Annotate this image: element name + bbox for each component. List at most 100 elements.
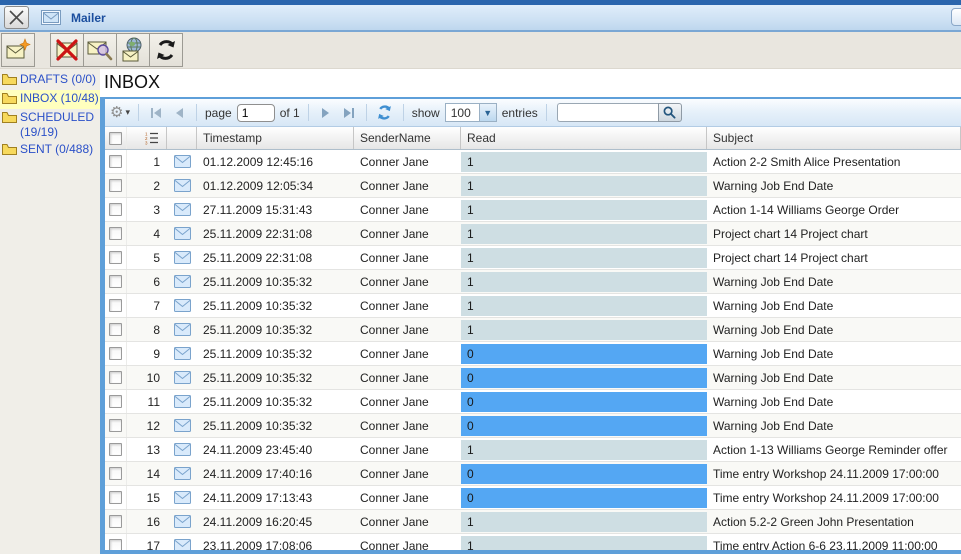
table-row[interactable]: 13 24.11.2009 23:45:40Conner Jane1Action… — [105, 438, 961, 462]
row-number: 3 — [127, 198, 167, 221]
read-status-badge: 1 — [461, 200, 707, 220]
mail-envelope-icon — [174, 491, 191, 504]
grid-settings-button[interactable]: ⚙ ▾ — [110, 105, 130, 120]
table-row[interactable]: 12 25.11.2009 10:35:32Conner Jane0Warnin… — [105, 414, 961, 438]
reload-button[interactable] — [149, 33, 183, 67]
row-checkbox[interactable] — [109, 275, 122, 288]
delete-mail-button[interactable] — [50, 33, 84, 67]
read-status-badge: 1 — [461, 152, 707, 172]
row-checkbox[interactable] — [109, 155, 122, 168]
delete-mail-icon — [53, 38, 81, 62]
search-mail-icon — [86, 38, 114, 62]
row-subject: Action 2-2 Smith Alice Presentation — [707, 150, 961, 173]
row-checkbox[interactable] — [109, 395, 122, 408]
page-size-select[interactable]: 100 ▼ — [445, 103, 497, 122]
row-checkbox[interactable] — [109, 515, 122, 528]
mail-envelope-icon — [174, 419, 191, 432]
row-timestamp: 24.11.2009 17:40:16 — [197, 462, 354, 485]
read-status-badge: 0 — [461, 392, 707, 412]
column-header-timestamp[interactable]: Timestamp — [197, 127, 354, 149]
sidebar-item-sent[interactable]: SENT (0/488) — [0, 141, 100, 160]
chevron-down-icon: ▾ — [125, 107, 130, 118]
row-checkbox[interactable] — [109, 419, 122, 432]
row-number: 14 — [127, 462, 167, 485]
table-row[interactable]: 9 25.11.2009 10:35:32Conner Jane0Warning… — [105, 342, 961, 366]
row-timestamp: 24.11.2009 17:13:43 — [197, 486, 354, 509]
row-read-cell: 1 — [461, 534, 707, 550]
row-checkbox[interactable] — [109, 203, 122, 216]
row-sender: Conner Jane — [354, 318, 461, 341]
row-checkbox-cell — [105, 174, 127, 197]
row-checkbox[interactable] — [109, 443, 122, 456]
table-row[interactable]: 17 23.11.2009 17:08:06Conner Jane1Time e… — [105, 534, 961, 550]
table-body: 1 01.12.2009 12:45:16Conner Jane1Action … — [105, 150, 961, 550]
table-row[interactable]: 8 25.11.2009 10:35:32Conner Jane1Warning… — [105, 318, 961, 342]
table-header: 1 2 3 Timestamp SenderName Read Subject — [105, 127, 961, 150]
web-mail-button[interactable] — [116, 33, 150, 67]
mail-envelope-icon — [174, 203, 191, 216]
table-row[interactable]: 1 01.12.2009 12:45:16Conner Jane1Action … — [105, 150, 961, 174]
prev-page-button[interactable] — [170, 104, 188, 122]
table-row[interactable]: 4 25.11.2009 22:31:08Conner Jane1Project… — [105, 222, 961, 246]
row-mail-icon-cell — [167, 270, 197, 293]
row-checkbox[interactable] — [109, 227, 122, 240]
table-row[interactable]: 14 24.11.2009 17:40:16Conner Jane0Time e… — [105, 462, 961, 486]
table-row[interactable]: 7 25.11.2009 10:35:32Conner Jane1Warning… — [105, 294, 961, 318]
table-row[interactable]: 6 25.11.2009 10:35:32Conner Jane1Warning… — [105, 270, 961, 294]
row-checkbox[interactable] — [109, 491, 122, 504]
read-status-badge: 1 — [461, 272, 707, 292]
column-header-subject[interactable]: Subject — [707, 127, 961, 149]
row-mail-icon-cell — [167, 294, 197, 317]
new-mail-button[interactable] — [1, 33, 35, 67]
column-header-read[interactable]: Read — [461, 127, 707, 149]
read-status-badge: 0 — [461, 464, 707, 484]
window-control-partial[interactable] — [951, 8, 961, 26]
row-sender: Conner Jane — [354, 486, 461, 509]
row-checkbox[interactable] — [109, 467, 122, 480]
table-row[interactable]: 3 27.11.2009 15:31:43Conner Jane1Action … — [105, 198, 961, 222]
mail-icon-header[interactable] — [167, 127, 197, 149]
row-subject: Project chart 14 Project chart — [707, 246, 961, 269]
table-row[interactable]: 15 24.11.2009 17:13:43Conner Jane0Time e… — [105, 486, 961, 510]
row-mail-icon-cell — [167, 486, 197, 509]
row-sender: Conner Jane — [354, 534, 461, 550]
last-page-button[interactable] — [340, 104, 358, 122]
column-header-sender[interactable]: SenderName — [354, 127, 461, 149]
search-input[interactable] — [557, 103, 658, 122]
search-mail-button[interactable] — [83, 33, 117, 67]
first-page-button[interactable] — [147, 104, 165, 122]
row-checkbox[interactable] — [109, 179, 122, 192]
next-page-button[interactable] — [317, 104, 335, 122]
read-status-badge: 0 — [461, 416, 707, 436]
mail-envelope-icon — [174, 443, 191, 456]
grid-refresh-button[interactable] — [375, 103, 395, 123]
sidebar-item-scheduled[interactable]: SCHEDULED (19/19) — [0, 109, 100, 141]
mail-envelope-icon — [174, 299, 191, 312]
read-status-badge: 1 — [461, 320, 707, 340]
row-checkbox[interactable] — [109, 371, 122, 384]
row-sender: Conner Jane — [354, 438, 461, 461]
row-timestamp: 27.11.2009 15:31:43 — [197, 198, 354, 221]
row-checkbox[interactable] — [109, 539, 122, 550]
table-row[interactable]: 11 25.11.2009 10:35:32Conner Jane0Warnin… — [105, 390, 961, 414]
table-row[interactable]: 16 24.11.2009 16:20:45Conner Jane1Action… — [105, 510, 961, 534]
row-checkbox[interactable] — [109, 347, 122, 360]
close-window-button[interactable] — [4, 6, 29, 29]
mail-envelope-icon — [174, 275, 191, 288]
row-checkbox[interactable] — [109, 323, 122, 336]
search-button[interactable] — [658, 103, 682, 122]
sidebar-item-drafts[interactable]: DRAFTS (0/0) — [0, 71, 100, 90]
table-row[interactable]: 5 25.11.2009 22:31:08Conner Jane1Project… — [105, 246, 961, 270]
row-subject: Time entry Workshop 24.11.2009 17:00:00 — [707, 486, 961, 509]
mail-envelope-icon — [174, 227, 191, 240]
select-all-checkbox[interactable] — [109, 132, 122, 145]
page-number-input[interactable] — [237, 104, 275, 122]
row-checkbox[interactable] — [109, 251, 122, 264]
table-row[interactable]: 2 01.12.2009 12:05:34Conner Jane1Warning… — [105, 174, 961, 198]
row-number-header[interactable]: 1 2 3 — [127, 127, 167, 149]
sidebar-item-inbox[interactable]: INBOX (10/48) — [0, 90, 100, 109]
mail-envelope-icon — [174, 179, 191, 192]
row-subject: Warning Job End Date — [707, 174, 961, 197]
row-checkbox[interactable] — [109, 299, 122, 312]
table-row[interactable]: 10 25.11.2009 10:35:32Conner Jane0Warnin… — [105, 366, 961, 390]
